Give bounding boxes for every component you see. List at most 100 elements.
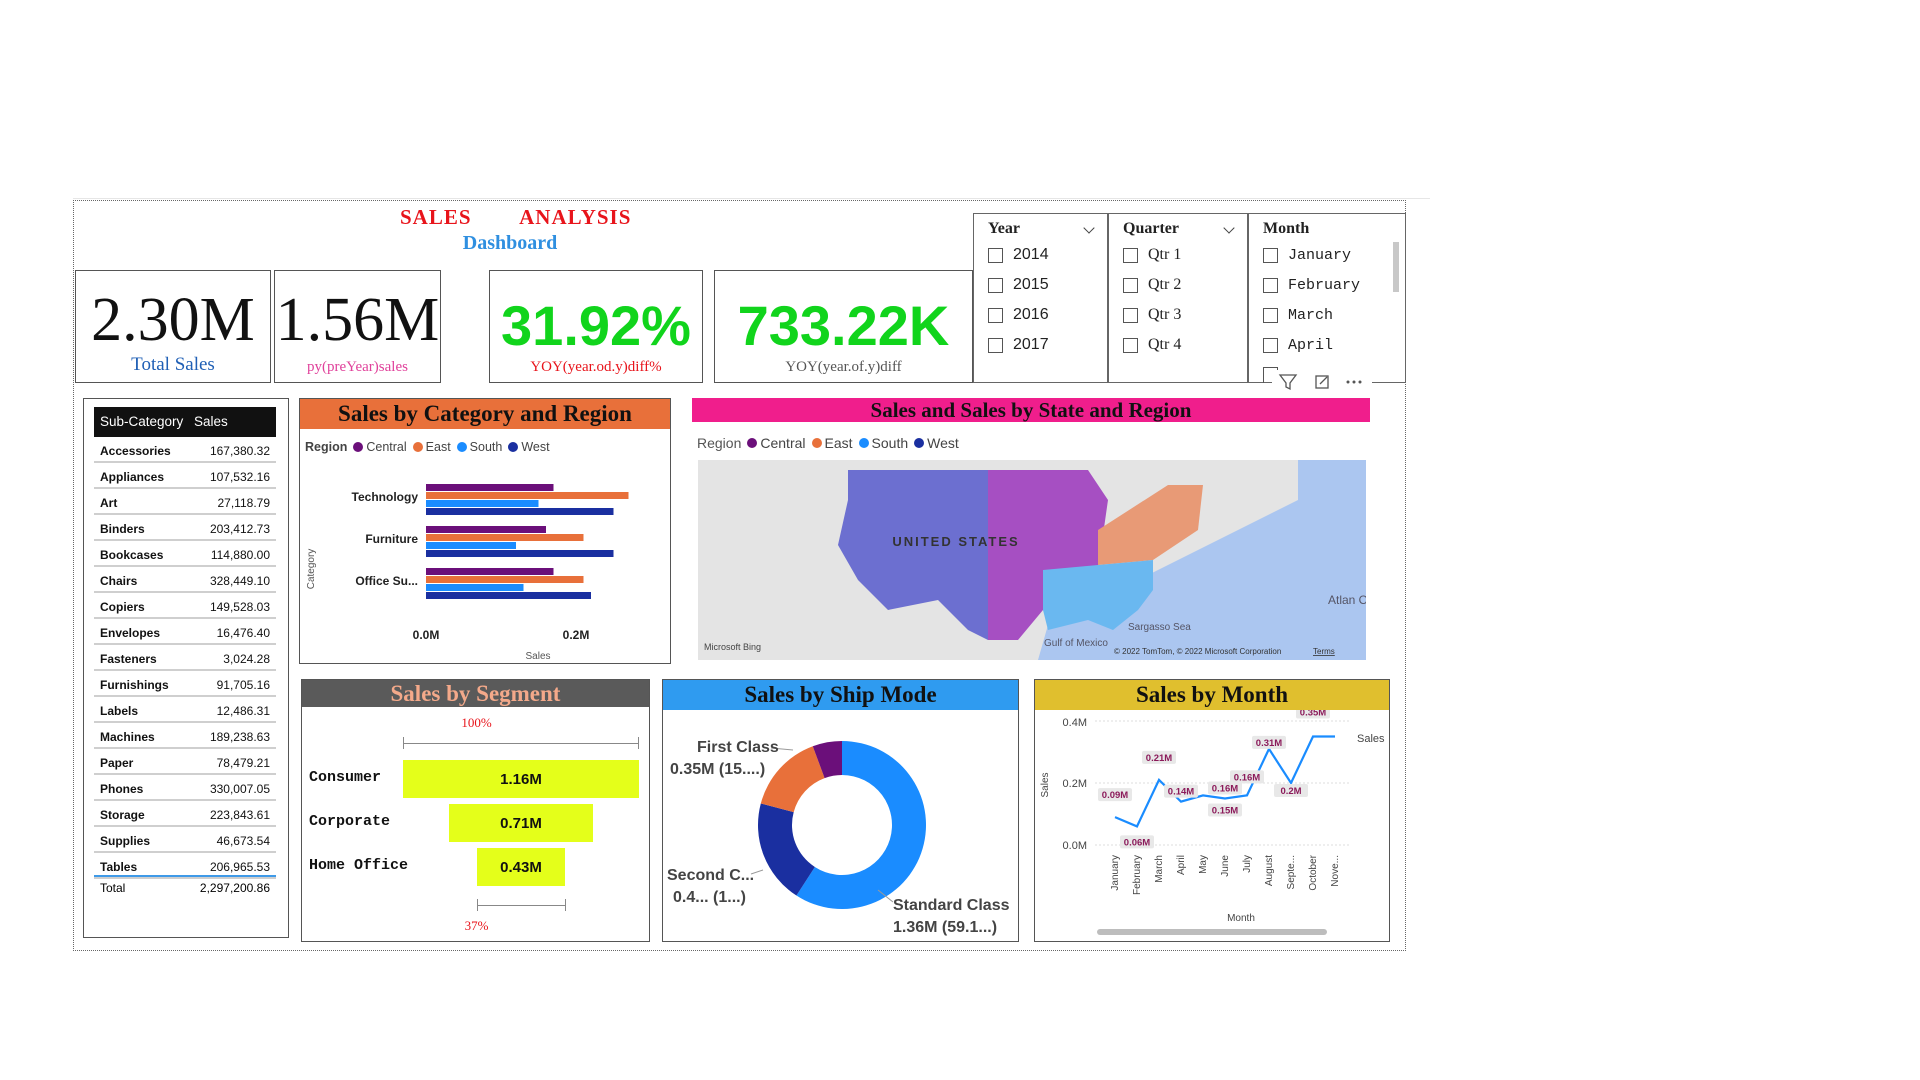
kpi-value: 733.22K — [737, 294, 950, 357]
table-row[interactable]: Phones 330,007.05 — [94, 775, 276, 801]
bar-west[interactable] — [426, 550, 614, 557]
table-row[interactable]: Accessories 167,380.32 — [94, 437, 276, 463]
total-value: 2,297,200.86 — [199, 881, 270, 895]
bar-west[interactable] — [426, 592, 591, 599]
checkbox[interactable] — [1123, 247, 1138, 263]
focus-mode-icon[interactable] — [1315, 375, 1329, 389]
segment-bar[interactable]: 0.71M — [448, 804, 594, 842]
chevron-down-icon[interactable] — [1083, 222, 1095, 234]
sea-label: Gulf of Mexico — [1044, 638, 1108, 649]
more-options-icon[interactable] — [1346, 380, 1362, 384]
option-label: Qtr 3 — [1148, 306, 1182, 323]
donut-slice-first-class[interactable] — [760, 746, 825, 813]
table-row[interactable]: Binders 203,412.73 — [94, 515, 276, 541]
checkbox[interactable] — [1263, 277, 1278, 293]
table-row[interactable]: Machines 189,238.63 — [94, 723, 276, 749]
slicer-option[interactable]: March — [1263, 305, 1333, 325]
bar-south[interactable] — [426, 584, 524, 591]
dashboard-subtitle: Dashboard — [462, 232, 558, 254]
slicer-option[interactable]: 2015 — [988, 275, 1049, 295]
table-row[interactable]: Appliances 107,532.16 — [94, 463, 276, 489]
state-region-map[interactable]: Sales and Sales by State and Region Regi… — [692, 398, 1370, 664]
slicer-scrollbar[interactable] — [1393, 242, 1399, 292]
table-row[interactable]: Storage 223,843.61 — [94, 801, 276, 827]
slicer-option[interactable]: Qtr 3 — [1123, 305, 1181, 325]
checkbox[interactable] — [1123, 337, 1138, 353]
bar-east[interactable] — [426, 492, 629, 499]
bar-east[interactable] — [426, 576, 584, 583]
month-slicer[interactable]: Month January February March April — [1248, 213, 1406, 383]
subcategory-sales-table[interactable]: Sub-Category Sales Accessories 167,380.32… — [83, 398, 289, 938]
top-percent-label: 100% — [461, 715, 492, 730]
month-line-chart[interactable]: Sales by Month Sales Month 0.4M 0.2M 0.0… — [1034, 679, 1390, 942]
checkbox[interactable] — [1123, 307, 1138, 323]
year-slicer[interactable]: Year 2014 2015 2016 2017 — [973, 213, 1108, 383]
subcategory-cell: Fasteners — [100, 652, 157, 666]
legend-swatch-south — [858, 438, 869, 448]
checkbox[interactable] — [1123, 277, 1138, 293]
table-row[interactable]: Envelopes 16,476.40 — [94, 619, 276, 645]
bar-east[interactable] — [426, 534, 584, 541]
column-header-subcategory[interactable]: Sub-Category — [100, 414, 183, 429]
slicer-option[interactable]: Qtr 4 — [1123, 335, 1181, 355]
slicer-option[interactable]: April — [1263, 335, 1333, 355]
subcategory-cell: Envelopes — [100, 626, 161, 640]
slicer-option[interactable]: 2016 — [988, 305, 1049, 325]
horizontal-scrollbar[interactable] — [1097, 929, 1327, 935]
segment-bar[interactable]: 0.43M — [477, 848, 565, 886]
checkbox[interactable] — [1263, 247, 1278, 263]
table-row[interactable]: Bookcases 114,880.00 — [94, 541, 276, 567]
table-row[interactable]: Chairs 328,449.10 — [94, 567, 276, 593]
bar-central[interactable] — [426, 484, 554, 491]
chart-title: Sales by Category and Region — [300, 399, 670, 429]
subcategory-cell: Accessories — [100, 444, 171, 458]
filter-icon[interactable] — [1278, 374, 1298, 391]
bar-south[interactable] — [426, 500, 539, 507]
kpi-previous-year-sales[interactable]: 1.56M py(preYear)sales — [274, 270, 441, 383]
ship-mode-donut-chart[interactable]: Sales by Ship Mode First Class 0.35M (15… — [662, 679, 1019, 942]
checkbox[interactable] — [988, 277, 1003, 293]
table-row[interactable]: Supplies 46,673.54 — [94, 827, 276, 853]
chevron-down-icon[interactable] — [1223, 222, 1235, 234]
terms-link[interactable]: Terms — [1313, 647, 1335, 656]
table-row[interactable]: Art 27,118.79 — [94, 489, 276, 515]
bar-west[interactable] — [426, 508, 614, 515]
checkbox[interactable] — [988, 337, 1003, 353]
slice-label: Standard Class — [893, 897, 1010, 914]
kpi-yoy-diff[interactable]: 733.22K YOY(year.of.y)diff — [714, 270, 973, 383]
slicer-option[interactable]: 2014 — [988, 245, 1049, 265]
quarter-slicer[interactable]: Quarter Qtr 1 Qtr 2 Qtr 3 Qtr 4 — [1108, 213, 1248, 383]
subcategory-cell: Tables — [100, 860, 138, 874]
table-row[interactable]: Furnishings 91,705.16 — [94, 671, 276, 697]
bar-central[interactable] — [426, 526, 546, 533]
table-row[interactable]: Copiers 149,528.03 — [94, 593, 276, 619]
slicer-option[interactable]: February — [1263, 275, 1360, 295]
segment-funnel-chart[interactable]: Sales by Segment 100% Consumer 1.16M Corpo… — [301, 679, 650, 942]
kpi-yoy-diff-percent[interactable]: 31.92% YOY(year.od.y)diff% — [489, 270, 703, 383]
slicer-option[interactable]: Qtr 2 — [1123, 275, 1181, 295]
column-header-sales[interactable]: Sales — [194, 414, 228, 429]
subcategory-cell: Machines — [100, 730, 155, 744]
checkbox[interactable] — [988, 307, 1003, 323]
checkbox[interactable] — [1263, 307, 1278, 323]
checkbox[interactable] — [988, 247, 1003, 263]
checkbox[interactable] — [1263, 337, 1278, 353]
category-bars-svg: Category Sales 0.0M 0.2M Technology Furni… — [306, 484, 629, 662]
kpi-total-sales[interactable]: 2.30M Total Sales — [75, 270, 271, 383]
table-row[interactable]: Labels 12,486.31 — [94, 697, 276, 723]
table-row[interactable]: Fasteners 3,024.28 — [94, 645, 276, 671]
category-region-chart[interactable]: Sales by Category and Region Region Cent… — [299, 398, 671, 664]
table-row[interactable]: Paper 78,479.21 — [94, 749, 276, 775]
y-tick-label: 0.4M — [1063, 717, 1087, 729]
subcategory-cell: Storage — [100, 808, 145, 822]
bar-south[interactable] — [426, 542, 516, 549]
slicer-option[interactable]: 2017 — [988, 335, 1049, 355]
y-axis-label: Sales — [1040, 772, 1051, 797]
slicer-option[interactable]: January — [1263, 245, 1351, 265]
slicer-option[interactable]: Qtr 1 — [1123, 245, 1181, 265]
y-tick-label: 0.2M — [1063, 778, 1087, 790]
bar-central[interactable] — [426, 568, 554, 575]
map-canvas[interactable]: UNITED STATES Sargasso Sea Gulf of Mexic… — [698, 460, 1366, 660]
subcategory-cell: Art — [100, 496, 118, 510]
segment-bar[interactable]: 1.16M — [403, 760, 639, 798]
